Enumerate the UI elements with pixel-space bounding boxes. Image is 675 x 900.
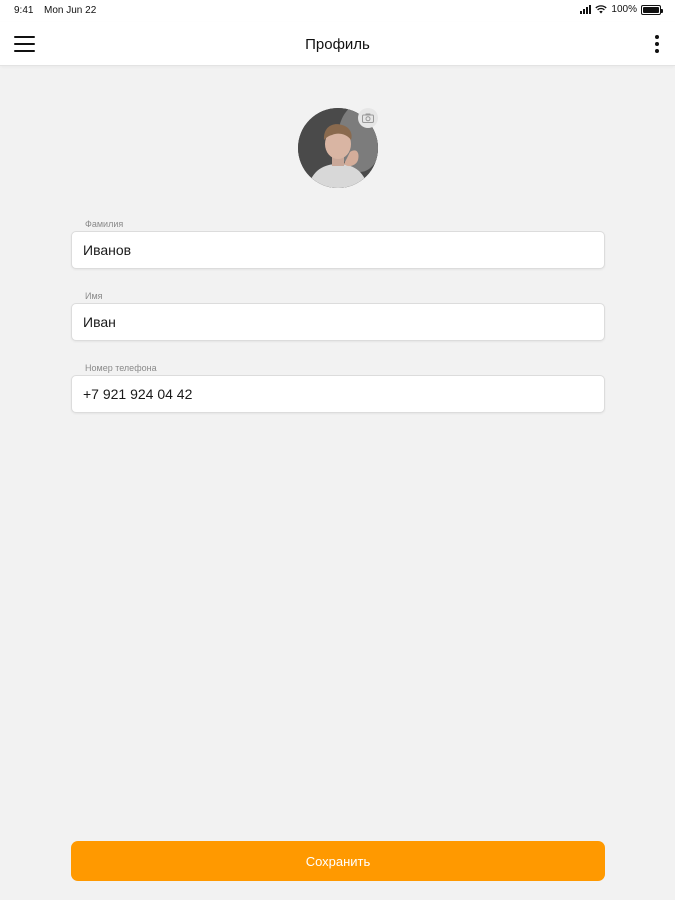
camera-icon[interactable]	[358, 108, 378, 128]
status-indicators: 100%	[580, 4, 663, 15]
more-vertical-icon[interactable]	[649, 32, 665, 56]
navigation-bar: Профиль	[0, 22, 675, 66]
profile-screen: 9:41 Mon Jun 22 100% Профиль Фамилия Ива…	[0, 0, 675, 900]
first-name-input[interactable]	[71, 303, 605, 341]
phone-label: Номер телефона	[85, 363, 157, 373]
battery-level	[643, 6, 659, 13]
last-name-input[interactable]	[71, 231, 605, 269]
status-time: 9:41	[14, 5, 34, 16]
battery-icon	[641, 4, 663, 15]
cellular-signal-icon	[580, 5, 592, 14]
phone-field-group: Номер телефона	[71, 362, 605, 413]
first-name-label: Имя	[85, 291, 103, 301]
page-title: Профиль	[305, 36, 370, 53]
avatar-container	[298, 108, 378, 188]
phone-input[interactable]	[71, 375, 605, 413]
status-date: Mon Jun 22	[44, 5, 97, 16]
battery-percent: 100%	[611, 4, 637, 15]
last-name-field-group: Фамилия	[71, 218, 605, 269]
wifi-icon	[595, 5, 608, 14]
first-name-field-group: Имя	[71, 290, 605, 341]
status-bar: 9:41 Mon Jun 22 100%	[0, 0, 675, 22]
save-button[interactable]: Сохранить	[71, 841, 605, 881]
last-name-label: Фамилия	[85, 219, 124, 229]
